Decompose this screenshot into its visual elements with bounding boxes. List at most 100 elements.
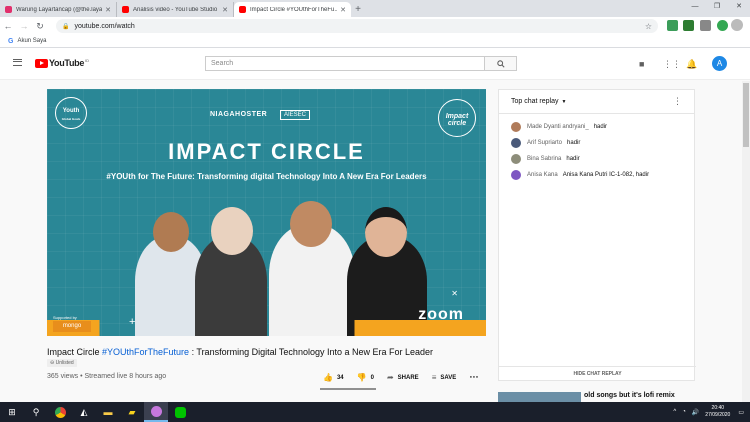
hide-chat-replay-button[interactable]: HIDE CHAT REPLAY bbox=[499, 366, 696, 380]
windows-start-icon[interactable]: ⊞ bbox=[0, 402, 24, 422]
chat-text: hadir bbox=[566, 156, 580, 162]
more-options-icon[interactable]: ⋯ bbox=[469, 372, 478, 383]
line-app-icon[interactable] bbox=[168, 402, 192, 422]
bookmark-star-icon[interactable]: ☆ bbox=[645, 22, 652, 31]
chat-options-icon[interactable]: ⋮ bbox=[673, 96, 682, 107]
create-video-icon[interactable]: ■ bbox=[639, 59, 644, 69]
extension-icon[interactable] bbox=[667, 20, 678, 31]
badge-text: Youth bbox=[62, 108, 80, 114]
supported-by-label: Supported by bbox=[53, 315, 77, 320]
shield-extension-icon[interactable] bbox=[717, 20, 728, 31]
new-tab-button[interactable]: + bbox=[351, 2, 365, 17]
extension-icon[interactable] bbox=[700, 20, 711, 31]
back-arrow-icon[interactable]: ← bbox=[0, 21, 16, 31]
speaker-2-hijab bbox=[211, 207, 253, 255]
close-overlay-icon[interactable]: ✕ bbox=[451, 289, 458, 298]
hashtag-link[interactable]: #YOUthForTheFuture bbox=[102, 347, 189, 357]
speaker-4-head bbox=[365, 207, 407, 257]
system-clock[interactable]: 20:40 27/09/2020 bbox=[705, 405, 730, 419]
file-explorer-icon[interactable]: ▬ bbox=[96, 402, 120, 422]
search-button[interactable] bbox=[485, 56, 517, 71]
youtube-logo[interactable]: YouTube ID bbox=[35, 58, 89, 68]
chat-message: Made Dyanti andryani_ hadir bbox=[499, 119, 694, 135]
save-button[interactable]: ≡ SAVE bbox=[432, 373, 457, 382]
dislike-button[interactable]: 👎 0 bbox=[357, 373, 374, 382]
close-tab-icon[interactable]: ✕ bbox=[340, 6, 346, 14]
windows-taskbar: ⊞ ⚲ ◭ ▬ ▰ ^ ◔ 🔊 20:40 27/09/2020 ▭ bbox=[0, 402, 750, 422]
browser-tab-1[interactable]: Warung Layartancap (@the.laya... ✕ bbox=[0, 2, 117, 17]
profile-icon[interactable] bbox=[731, 19, 743, 31]
chat-text: hadir bbox=[567, 140, 581, 146]
network-icon[interactable]: ◔ bbox=[682, 409, 686, 415]
google-icon: G bbox=[8, 37, 14, 45]
chat-message: Anisa Kana Anisa Kana Putri IC-1-082, ha… bbox=[499, 167, 694, 183]
video-meta: 365 views • Streamed live 8 hours ago bbox=[47, 373, 167, 380]
speaker-1-head bbox=[153, 212, 189, 252]
menu-icon[interactable] bbox=[13, 59, 22, 66]
apps-grid-icon[interactable]: ⋮⋮ bbox=[663, 59, 681, 70]
impact-circle-logo: Impact circle bbox=[438, 99, 476, 137]
sticky-app-icon[interactable]: ▰ bbox=[120, 402, 144, 422]
unlisted-icon: ⊖ bbox=[50, 360, 55, 366]
like-dislike-ratio-bar bbox=[320, 388, 376, 390]
clock-date: 27/09/2020 bbox=[705, 412, 731, 418]
browser-tab-2[interactable]: Analisis video - YouTube Studio ✕ bbox=[117, 2, 234, 17]
chat-message: Arif Supriarto hadir bbox=[499, 135, 694, 151]
share-label: SHARE bbox=[397, 374, 419, 381]
page-scrollbar[interactable] bbox=[742, 81, 750, 402]
notifications-icon[interactable]: ▭ bbox=[738, 409, 744, 416]
forward-arrow-icon[interactable]: → bbox=[16, 21, 32, 31]
thumbs-up-icon: 👍 bbox=[323, 373, 333, 382]
chevron-down-icon[interactable]: ▼ bbox=[561, 99, 566, 105]
recommended-thumbnail[interactable] bbox=[498, 392, 581, 402]
chat-mode-dropdown[interactable]: Top chat replay bbox=[511, 98, 558, 105]
search-input[interactable]: Search bbox=[205, 56, 485, 71]
scrollbar-thumb[interactable] bbox=[743, 83, 749, 147]
video-player[interactable]: Youth Global Goals Impact circle NIAGAHO… bbox=[47, 89, 486, 336]
lock-icon: 🔒 bbox=[62, 23, 70, 30]
bookmark-akun-saya[interactable]: Akun Saya bbox=[17, 38, 46, 44]
reload-icon[interactable]: ↻ bbox=[32, 21, 48, 32]
chat-author: Anisa Kana bbox=[527, 172, 558, 178]
chat-author: Made Dyanti andryani_ bbox=[527, 124, 589, 130]
notifications-bell-icon[interactable]: 🔔 bbox=[686, 59, 697, 70]
url-text: youtube.com/watch bbox=[74, 22, 135, 30]
badge-subtext: Global Goals bbox=[61, 117, 81, 121]
video-title: Impact Circle #YOUthForTheFuture : Trans… bbox=[47, 347, 487, 357]
instagram-favicon-icon bbox=[5, 6, 12, 13]
youtube-favicon-icon bbox=[239, 6, 246, 13]
search-icon bbox=[496, 59, 505, 68]
tray-chevron-icon[interactable]: ^ bbox=[673, 409, 676, 415]
youtube-header: YouTube ID Search ■ ⋮⋮ 🔔 A bbox=[0, 48, 750, 80]
avatar bbox=[511, 170, 521, 180]
close-window-icon[interactable]: ✕ bbox=[728, 0, 750, 14]
video-frame-title: IMPACT CIRCLE bbox=[168, 139, 365, 164]
url-input[interactable]: 🔒 youtube.com/watch ☆ bbox=[56, 19, 658, 33]
thumbs-down-icon: 👎 bbox=[356, 373, 367, 382]
browser-tab-3-active[interactable]: Impact Circle #YOUthForTheFu... ✕ bbox=[234, 2, 351, 17]
maximize-icon[interactable]: ❐ bbox=[706, 0, 728, 14]
avatar bbox=[511, 122, 521, 132]
like-button[interactable]: 👍 34 bbox=[323, 373, 344, 382]
volume-icon[interactable]: 🔊 bbox=[692, 409, 699, 416]
video-title-rest: : Transforming Digital Technology Into a… bbox=[189, 347, 434, 357]
avatar bbox=[511, 138, 521, 148]
minimize-icon[interactable]: — bbox=[684, 0, 706, 14]
close-tab-icon[interactable]: ✕ bbox=[105, 6, 111, 14]
playlist-add-icon: ≡ bbox=[431, 373, 437, 382]
recommended-title[interactable]: old songs but it's lofi remix bbox=[584, 392, 675, 399]
avatar[interactable]: A bbox=[712, 56, 727, 71]
share-button[interactable]: ➦ SHARE bbox=[387, 373, 419, 382]
extension-icon[interactable] bbox=[683, 20, 694, 31]
close-tab-icon[interactable]: ✕ bbox=[222, 6, 228, 14]
chrome-icon[interactable] bbox=[48, 402, 72, 422]
app-icon[interactable]: ◭ bbox=[72, 402, 96, 422]
plus-icon[interactable]: + bbox=[129, 316, 135, 328]
view-count: 365 views bbox=[47, 373, 79, 380]
browser-app-icon[interactable] bbox=[144, 402, 168, 422]
search-icon[interactable]: ⚲ bbox=[24, 402, 48, 422]
chat-text: hadir bbox=[593, 124, 608, 130]
chat-message: Bina Sabrina hadir bbox=[499, 151, 694, 167]
streamed-time: Streamed live 8 hours ago bbox=[84, 373, 167, 380]
supporter-logo: mongo bbox=[53, 321, 91, 332]
